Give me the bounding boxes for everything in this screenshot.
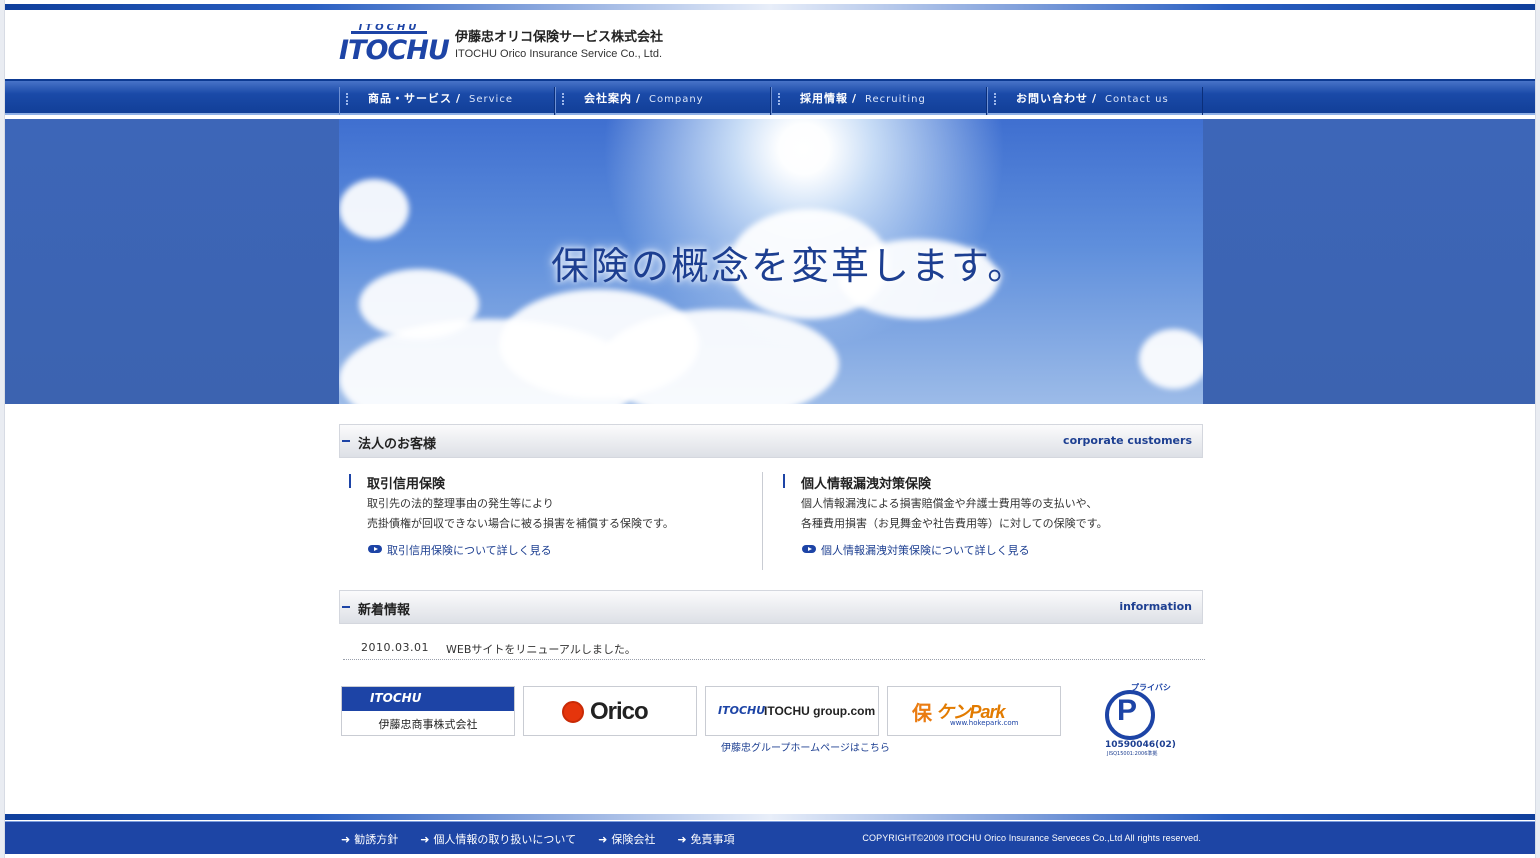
privacy-p-glyph: P [1117,694,1138,727]
footer-link-privacy-policy[interactable]: ➜ 個人情報の取り扱いについて [420,831,576,847]
logo-main-text: ITOCHU [339,35,450,66]
banner-hoken-park[interactable]: 保 ケンPark www.hokepark.com [887,686,1061,736]
footer-link-insurers[interactable]: ➜ 保険会社 [598,831,655,847]
itochu-mini-logo: ITOCHU [370,691,422,705]
product-bar [349,474,351,488]
itochu-group-caption[interactable]: 伊藤忠グループホームページはこちら [721,739,890,754]
hero-tagline: 保険の概念を変革します。 [551,244,1028,288]
arrow-right-icon: ➜ [420,833,430,846]
copyright: COPYRIGHT©2009 ITOCHU Orico Insurance Se… [862,833,1201,843]
desc-line: 各種費用損害（お見舞金や社告費用等）に対しての保険です。 [801,517,1108,530]
itochu-group-wordmark: ITOCHU group.com [764,704,876,718]
footer-link-label: 個人情報の取り扱いについて [433,833,577,846]
product-title: 個人情報漏洩対策保険 [801,477,932,492]
section-mark [342,440,350,442]
corporate-section-header: 法人のお客様 corporate customers [339,424,1203,458]
product-trade-credit: 取引信用保険 取引先の法的整理事由の発生等により 売掛債権が回収できない場合に被… [343,472,763,570]
global-nav-bar: 商品・サービス / Service 会社案内 / Company 採用情報 / Recrui… [5,79,1535,115]
arrow-right-icon [368,545,382,553]
cloud-shape [339,179,409,239]
product-description: 取引先の法的整理事由の発生等により 売掛債権が回収できない場合に被る損害を補償す… [367,494,674,534]
news-item[interactable]: 2010.03.01 WEBサイトをリニューアルしました。 [343,638,1205,660]
news-date: 2010.03.01 [361,641,429,654]
company-name-en: ITOCHU Orico Insurance Service Co., Ltd. [455,48,663,60]
banner-itochu-header: ITOCHU [342,687,514,711]
orico-logo-icon [562,701,584,723]
nav-separator: / [852,92,858,105]
news-section-header: 新着情報 information [339,590,1203,624]
global-nav: 商品・サービス / Service 会社案内 / Company 採用情報 / Recrui… [339,87,1203,115]
desc-line: 個人情報漏洩による損害賠償金や弁護士費用等の支払いや、 [801,497,1098,510]
section-title-jp: 法人のお客様 [358,437,437,452]
nav-label-jp: 会社案内 [584,92,632,105]
product-bar [783,474,785,488]
news-text: WEBサイトをリニューアルしました。 [446,643,636,656]
hoken-park-url: www.hokepark.com [950,719,1019,727]
nav-separator: / [636,92,642,105]
site-header: ITOCHU ITOCHU 伊藤忠オリコ保険サービス株式会社 ITOCHU Or… [339,22,1203,72]
nav-label-en: Service [469,94,513,105]
cloud-shape [1139,329,1203,389]
footer-link-solicitation-policy[interactable]: ➜ 勧誘方針 [341,831,398,847]
privacy-mark[interactable]: プライバシー P 10590046(02) JISQ15001:2006準拠 [1093,682,1176,758]
arrow-right-icon [802,545,816,553]
nav-item-company[interactable]: 会社案内 / Company [555,87,771,115]
footer-link-label: 免責事項 [690,833,735,846]
itochu-logo[interactable]: ITOCHU ITOCHU [339,24,450,66]
privacy-mark-code: 10590046(02) [1105,740,1176,750]
desc-line: 売掛債権が回収できない場合に被る損害を補償する保険です。 [367,517,674,530]
link-label: 個人情報漏洩対策保険について詳しく見る [821,544,1030,557]
nav-label-jp: 採用情報 [800,92,848,105]
nav-label-en: Contact us [1105,94,1169,105]
nav-label-en: Company [649,94,704,105]
banner-itochu-label: 伊藤忠商事株式会社 [378,718,478,731]
top-accent-line [5,4,1535,10]
banner-itochu-group[interactable]: ITOCHU ITOCHU group.com [705,686,879,736]
footer-links: ➜ 勧誘方針 ➜ 個人情報の取り扱いについて ➜ 保険会社 ➜ 免責事項 [341,831,735,847]
hoken-park-mark: 保 [912,701,932,725]
arrow-right-icon: ➜ [341,833,351,846]
hero-image: 保険の概念を変革します。 [339,119,1203,404]
product-title: 取引信用保険 [367,477,446,492]
itochu-mini-logo: ITOCHU [718,704,766,717]
orico-wordmark: Orico [590,698,649,725]
nav-item-service[interactable]: 商品・サービス / Service [339,87,555,115]
company-name-jp: 伊藤忠オリコ保険サービス株式会社 [455,30,664,45]
arrow-right-icon: ➜ [677,833,687,846]
footer-link-label: 勧誘方針 [354,833,399,846]
product-detail-link[interactable]: 取引信用保険について詳しく見る [367,542,552,558]
nav-separator: / [456,92,462,105]
banner-orico[interactable]: Orico [523,686,697,736]
footer-accent-line [5,814,1535,820]
nav-label-jp: 商品・サービス [368,92,452,105]
nav-item-recruiting[interactable]: 採用情報 / Recruiting [771,87,987,115]
nav-label-en: Recruiting [865,94,926,105]
product-data-leak: 個人情報漏洩対策保険 個人情報漏洩による損害賠償金や弁護士費用等の支払いや、 各… [777,472,1197,570]
product-description: 個人情報漏洩による損害賠償金や弁護士費用等の支払いや、 各種費用損害（お見舞金や… [801,494,1108,534]
footer-link-disclaimer[interactable]: ➜ 免責事項 [677,831,734,847]
nav-item-contact[interactable]: お問い合わせ / Contact us [987,87,1203,115]
nav-separator: / [1092,92,1098,105]
nav-label-jp: お問い合わせ [1016,92,1088,105]
banner-itochu-corp[interactable]: ITOCHU 伊藤忠商事株式会社 [341,686,515,736]
arrow-right-icon: ➜ [598,833,608,846]
link-label: 取引信用保険について詳しく見る [387,544,552,557]
logo-top-text: ITOCHU [351,24,427,34]
privacy-mark-standard: JISQ15001:2006準拠 [1107,751,1158,757]
section-title-en: information [1119,600,1192,613]
product-detail-link[interactable]: 個人情報漏洩対策保険について詳しく見る [801,542,1030,558]
section-title-jp: 新着情報 [358,603,411,618]
section-mark [342,606,350,608]
section-title-en: corporate customers [1063,434,1192,447]
footer-link-label: 保険会社 [611,833,656,846]
site-footer: ➜ 勧誘方針 ➜ 個人情報の取り扱いについて ➜ 保険会社 ➜ 免責事項 COPYRIG… [5,821,1535,854]
desc-line: 取引先の法的整理事由の発生等により [367,497,554,510]
page-frame: ITOCHU ITOCHU 伊藤忠オリコ保険サービス株式会社 ITOCHU Or… [4,0,1536,858]
